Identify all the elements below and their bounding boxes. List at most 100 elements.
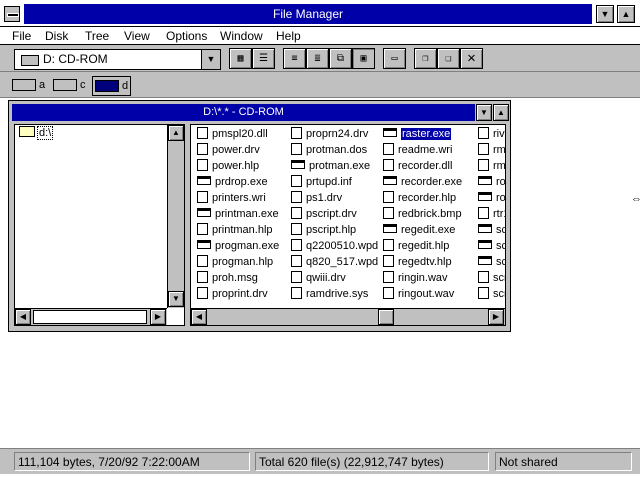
file-item[interactable]: prtupd.inf <box>291 174 352 190</box>
sort-by-date-button[interactable]: ▣ <box>352 48 375 69</box>
file-item[interactable]: readme.wri <box>383 142 452 158</box>
details-view-button[interactable]: ☰ <box>252 48 275 69</box>
file-name: recorder.exe <box>401 176 463 188</box>
file-item[interactable]: pscript.hlp <box>291 222 356 238</box>
file-item[interactable]: recorder.dll <box>383 158 452 174</box>
sort-by-size-button[interactable]: ⧉ <box>329 48 352 69</box>
maximize-button[interactable]: ▲ <box>617 5 635 23</box>
file-item[interactable]: qwiii.drv <box>291 270 346 286</box>
file-item[interactable]: scl <box>478 254 505 270</box>
drive-c[interactable]: c <box>53 76 86 94</box>
new-window-button[interactable]: ▭ <box>383 48 406 69</box>
file-item[interactable]: proprint.drv <box>197 286 268 302</box>
directory-tree[interactable]: d:\ ▲ ▼ ◀ ▶ <box>14 124 185 326</box>
menu-tree[interactable]: Tree <box>85 27 109 45</box>
sort-by-type-button[interactable]: ≣ <box>306 48 329 69</box>
document-file-icon <box>197 143 208 155</box>
tree-vertical-scrollbar[interactable]: ▲ ▼ <box>167 125 184 308</box>
document-file-icon <box>383 239 394 251</box>
file-item[interactable]: q2200510.wpd <box>291 238 378 254</box>
menu-disk[interactable]: Disk <box>45 27 68 45</box>
file-list[interactable]: pmspl20.dll power.drv power.hlp prdrop.exe p… <box>190 124 506 326</box>
file-item[interactable]: regedit.hlp <box>383 238 449 254</box>
child-maximize-button[interactable]: ▲ <box>493 104 509 121</box>
scroll-up-arrow-icon[interactable]: ▲ <box>168 125 184 141</box>
file-name: printers.wri <box>212 192 266 204</box>
file-item[interactable]: q820_517.wpd <box>291 254 378 270</box>
document-file-icon <box>197 159 208 171</box>
file-item[interactable]: recorder.hlp <box>383 190 456 206</box>
file-item[interactable]: ramdrive.sys <box>291 286 368 302</box>
file-name: q2200510.wpd <box>306 240 379 252</box>
file-item[interactable]: scl <box>478 222 505 238</box>
drive-a[interactable]: a <box>12 76 45 94</box>
file-item[interactable]: printman.hlp <box>197 222 273 238</box>
file-item[interactable]: protman.exe <box>291 158 370 174</box>
file-item[interactable]: rive <box>478 126 505 142</box>
menu-file[interactable]: File <box>12 27 31 45</box>
system-menu-icon[interactable] <box>4 6 20 22</box>
file-name: readme.wri <box>398 144 453 156</box>
file-item[interactable]: printers.wri <box>197 190 266 206</box>
file-item[interactable]: regedtv.hlp <box>383 254 452 270</box>
file-item[interactable]: power.hlp <box>197 158 259 174</box>
document-file-icon <box>291 239 302 251</box>
menu-options[interactable]: Options <box>166 27 207 45</box>
minimize-button[interactable]: ▼ <box>596 5 614 23</box>
file-item[interactable]: raster.exe <box>383 126 452 142</box>
sort-by-name-button[interactable]: ≡ <box>283 48 306 69</box>
file-item[interactable]: redbrick.bmp <box>383 206 462 222</box>
scroll-right-arrow-icon[interactable]: ▶ <box>150 309 166 325</box>
file-name: pmspl20.dll <box>212 128 268 140</box>
menu-window[interactable]: Window <box>220 27 263 45</box>
file-name: raster.exe <box>401 128 452 140</box>
file-item[interactable]: prdrop.exe <box>197 174 268 190</box>
menu-view[interactable]: View <box>124 27 150 45</box>
scroll-thumb[interactable] <box>378 309 394 325</box>
tree-horizontal-scrollbar[interactable]: ◀ ▶ <box>15 308 167 325</box>
file-item[interactable]: rtr1 <box>478 206 505 222</box>
file-item[interactable]: pmspl20.dll <box>197 126 268 142</box>
file-item[interactable]: recorder.exe <box>383 174 462 190</box>
file-item[interactable]: ron <box>478 174 505 190</box>
scroll-right-arrow-icon[interactable]: ▶ <box>488 309 504 325</box>
drive-d[interactable]: d <box>92 76 132 96</box>
document-file-icon <box>383 143 394 155</box>
large-icons-button[interactable]: ▦ <box>229 48 252 69</box>
delete-icon[interactable]: ✕ <box>460 48 483 69</box>
child-minimize-button[interactable]: ▼ <box>476 104 492 121</box>
file-item[interactable]: ps1.drv <box>291 190 342 206</box>
scroll-left-arrow-icon[interactable]: ◀ <box>191 309 207 325</box>
file-item[interactable]: scr <box>478 286 505 302</box>
menu-help[interactable]: Help <box>276 27 301 45</box>
file-item[interactable]: proprn24.drv <box>291 126 368 142</box>
document-file-icon <box>291 287 302 299</box>
file-item[interactable]: protman.dos <box>291 142 367 158</box>
scroll-down-arrow-icon[interactable]: ▼ <box>168 291 184 307</box>
file-item[interactable]: regedit.exe <box>383 222 455 238</box>
scroll-thumb[interactable] <box>33 310 147 324</box>
file-name: protman.dos <box>306 144 368 156</box>
file-item[interactable]: rmi <box>478 158 505 174</box>
file-item[interactable]: power.drv <box>197 142 260 158</box>
file-item[interactable]: rma <box>478 142 505 158</box>
chevron-down-icon[interactable]: ▼ <box>201 50 220 69</box>
file-item[interactable]: proh.msg <box>197 270 258 286</box>
file-item[interactable]: progman.hlp <box>197 254 273 270</box>
files-horizontal-scrollbar[interactable]: ◀ ▶ <box>191 308 505 325</box>
document-file-icon <box>383 287 394 299</box>
resize-cursor-icon: ⇔ <box>631 193 640 205</box>
file-item[interactable]: printman.exe <box>197 206 279 222</box>
file-item[interactable]: ringin.wav <box>383 270 448 286</box>
move-button[interactable]: ❏ <box>437 48 460 69</box>
file-item[interactable]: pscript.drv <box>291 206 357 222</box>
scroll-left-arrow-icon[interactable]: ◀ <box>15 309 31 325</box>
file-item[interactable]: scr <box>478 270 505 286</box>
drive-select[interactable]: D: CD-ROM ▼ <box>14 49 221 70</box>
copy-button[interactable]: ❐ <box>414 48 437 69</box>
file-item[interactable]: ringout.wav <box>383 286 454 302</box>
file-item[interactable]: progman.exe <box>197 238 279 254</box>
file-item[interactable]: rou <box>478 190 505 206</box>
tree-root[interactable]: d:\ <box>19 126 54 140</box>
file-item[interactable]: scl <box>478 238 505 254</box>
